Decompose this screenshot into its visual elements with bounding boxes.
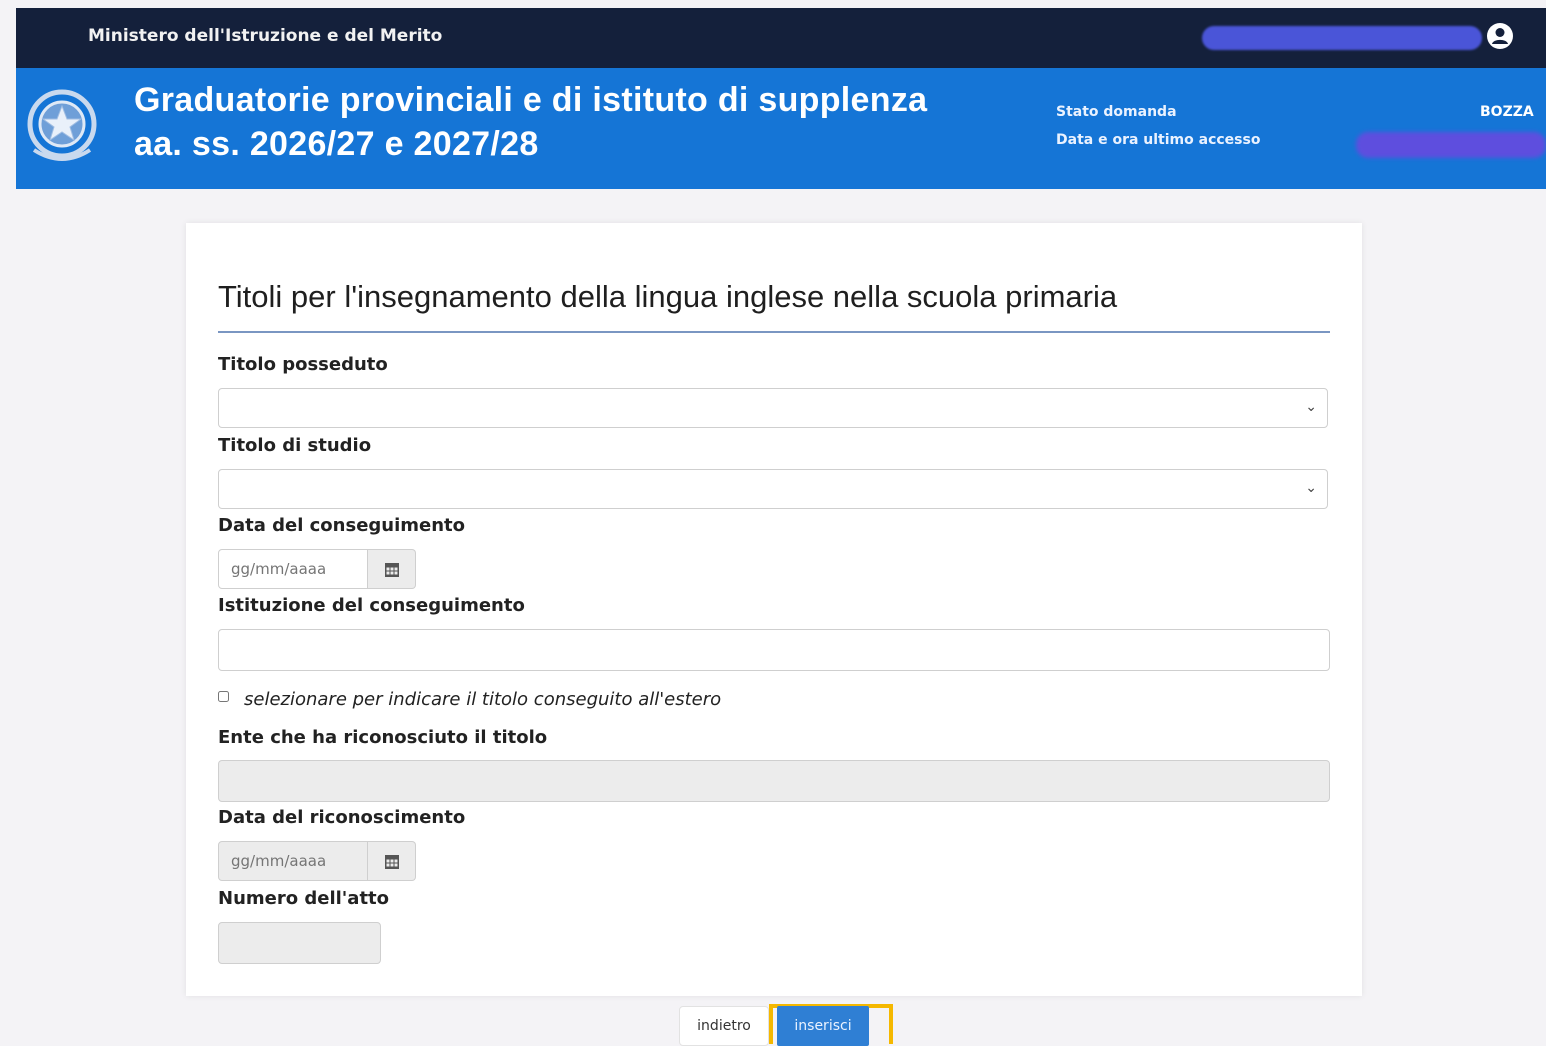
numero-atto-input[interactable] [218,922,381,964]
top-bar: Ministero dell'Istruzione e del Merito [16,8,1546,68]
titolo-studio-select[interactable]: ⌄ [218,469,1328,509]
italian-republic-emblem [27,89,97,161]
titolo-studio-label: Titolo di studio [218,435,372,456]
user-name-redacted[interactable] [1202,26,1482,50]
form-card: Titoli per l'insegnamento della lingua i… [186,223,1362,996]
page-title: Graduatorie provinciali e di istituto di… [134,78,927,166]
last-access-label: Data e ora ultimo accesso [1056,132,1261,148]
data-conseguimento-group [218,549,416,589]
estero-checkbox-label: selezionare per indicare il titolo conse… [244,689,722,710]
calendar-button[interactable] [368,841,416,881]
chevron-down-icon: ⌄ [1305,480,1317,496]
status-badge: BOZZA [1480,104,1534,120]
title-line-1: Graduatorie provinciali e di istituto di… [134,81,928,119]
form-heading: Titoli per l'insegnamento della lingua i… [218,279,1330,333]
titolo-posseduto-label: Titolo posseduto [218,354,388,375]
calendar-icon [385,855,399,869]
user-circle-icon[interactable] [1486,22,1514,50]
istituzione-input[interactable] [218,629,1330,671]
data-riconoscimento-group [218,841,416,881]
calendar-button[interactable] [368,549,416,589]
estero-checkbox[interactable] [218,691,229,702]
insert-button[interactable]: inserisci [777,1006,869,1046]
status-label: Stato domanda [1056,104,1177,120]
back-button[interactable]: indietro [679,1006,769,1046]
data-riconoscimento-input[interactable] [218,841,368,881]
calendar-icon [385,563,399,577]
data-riconoscimento-label: Data del riconoscimento [218,807,466,828]
title-line-2: aa. ss. 2026/27 e 2027/28 [134,125,539,163]
data-conseguimento-label: Data del conseguimento [218,515,466,536]
chevron-down-icon: ⌄ [1305,399,1317,415]
ente-input[interactable] [218,760,1330,802]
ente-label: Ente che ha riconosciuto il titolo [218,727,548,748]
numero-atto-label: Numero dell'atto [218,888,390,909]
titolo-posseduto-select[interactable]: ⌄ [218,388,1328,428]
app-header: Graduatorie provinciali e di istituto di… [16,68,1546,189]
last-access-value-redacted [1356,132,1546,158]
istituzione-label: Istituzione del conseguimento [218,595,525,616]
ministry-name: Ministero dell'Istruzione e del Merito [88,26,443,46]
data-conseguimento-input[interactable] [218,549,368,589]
